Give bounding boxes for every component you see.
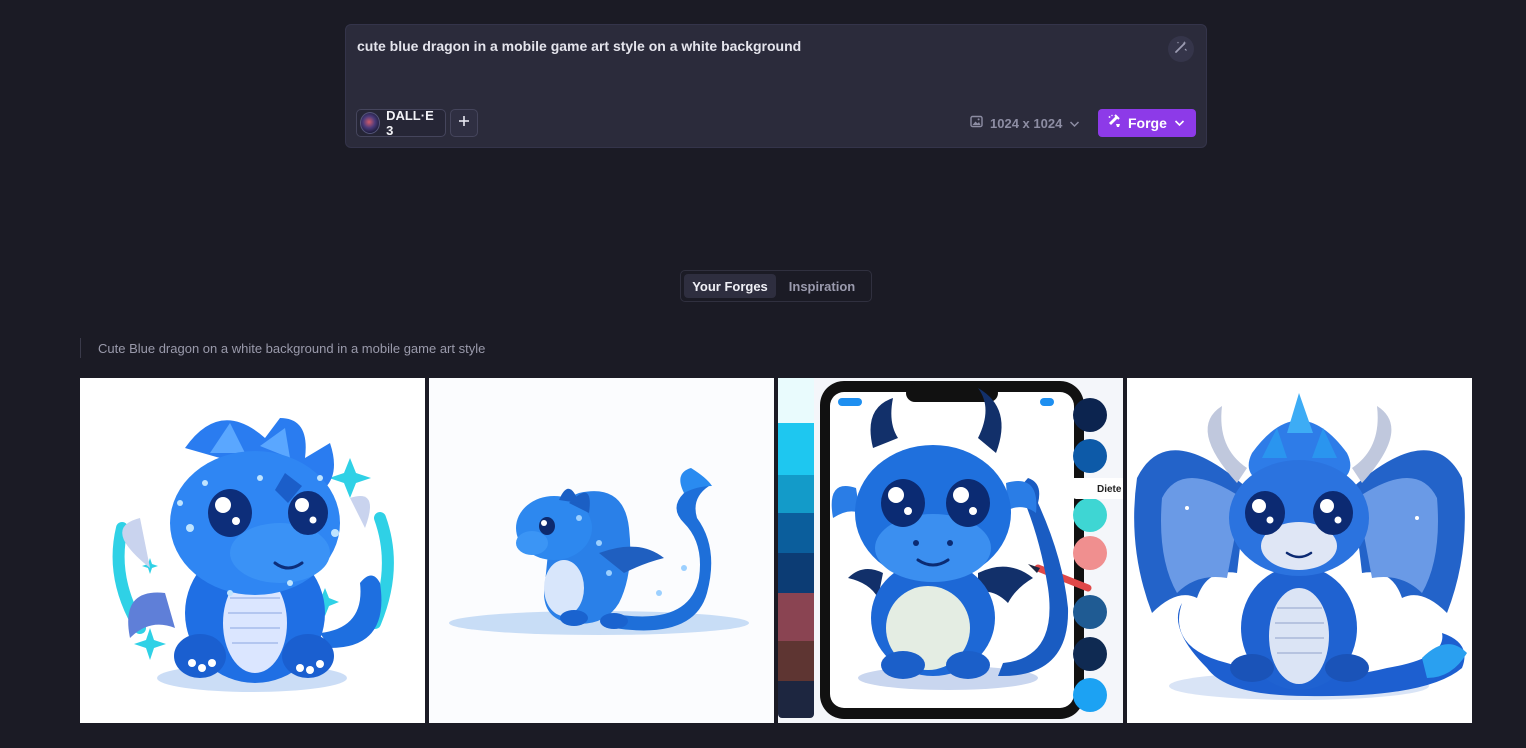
model-avatar <box>360 112 381 134</box>
magic-wand-icon <box>1174 40 1188 59</box>
anvil-icon <box>1107 113 1122 133</box>
prompt-input[interactable]: cute blue dragon in a mobile game art st… <box>357 38 1157 54</box>
generated-image-4[interactable] <box>1127 378 1472 723</box>
generated-image-1[interactable] <box>80 378 425 723</box>
image-size-select[interactable]: 1024 x 1024 <box>970 113 1080 133</box>
image-gallery: Diete <box>80 378 1472 723</box>
forge-group-caption: Cute Blue dragon on a white background i… <box>80 338 485 358</box>
generated-image-3[interactable]: Diete <box>778 378 1123 723</box>
forge-label: Forge <box>1128 115 1167 131</box>
forge-options-button[interactable] <box>1166 109 1192 137</box>
tooltip-text: Diete <box>1097 484 1122 495</box>
chevron-down-icon <box>1069 116 1080 131</box>
chevron-down-icon <box>1174 114 1185 132</box>
enhance-prompt-button[interactable] <box>1168 36 1194 62</box>
plus-icon <box>458 114 470 132</box>
generated-image-2[interactable] <box>429 378 774 723</box>
image-size-label: 1024 x 1024 <box>990 115 1063 131</box>
model-label: DALL·E 3 <box>386 108 434 138</box>
forge-button-group: Forge <box>1098 109 1196 137</box>
tab-inspiration[interactable]: Inspiration <box>776 274 868 298</box>
prompt-panel: cute blue dragon in a mobile game art st… <box>345 24 1207 148</box>
forge-button[interactable]: Forge <box>1098 109 1167 137</box>
image-icon <box>970 115 983 131</box>
view-tabs: Your Forges Inspiration <box>680 270 872 302</box>
add-model-button[interactable] <box>450 109 478 137</box>
tab-your-forges[interactable]: Your Forges <box>684 274 776 298</box>
model-selector[interactable]: DALL·E 3 <box>356 108 446 138</box>
